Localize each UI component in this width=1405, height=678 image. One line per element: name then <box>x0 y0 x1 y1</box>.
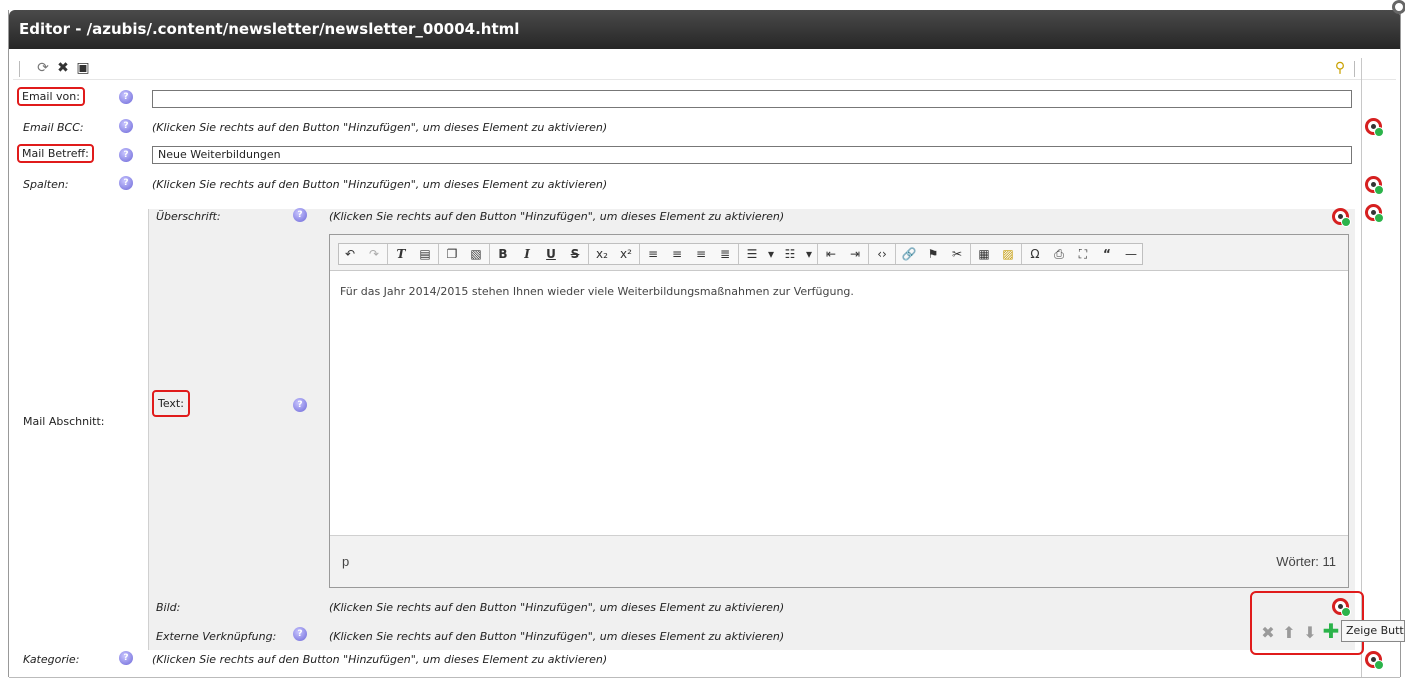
toolbar-separator <box>1354 61 1355 77</box>
editor-separator <box>738 244 739 264</box>
mail-abschnitt-label: Mail Abschnitt: <box>23 415 105 428</box>
bild-hint: (Klicken Sie rechts auf den Button "Hinz… <box>329 601 785 614</box>
image-icon[interactable]: ▨ <box>997 244 1019 264</box>
bullet-list-icon[interactable]: ☷ <box>779 244 801 264</box>
bild-add-button[interactable] <box>1332 598 1351 617</box>
remove-icon[interactable]: ✖ <box>1259 624 1277 642</box>
strikethrough-icon[interactable]: S <box>564 244 586 264</box>
kategorie-help-icon[interactable]: ? <box>119 651 133 665</box>
undo-icon[interactable]: ↶ <box>339 244 361 264</box>
mail-abschnitt-add-button[interactable] <box>1365 204 1384 223</box>
show-buttons-tooltip: Zeige Buttons <box>1341 620 1405 642</box>
align-center-icon[interactable]: ≡ <box>666 244 688 264</box>
underline-icon[interactable]: U <box>540 244 562 264</box>
email-bcc-hint: (Klicken Sie rechts auf den Button "Hinz… <box>152 121 608 134</box>
italic-icon[interactable]: I <box>516 244 538 264</box>
editor-content[interactable]: Für das Jahr 2014/2015 stehen Ihnen wied… <box>330 271 1348 535</box>
right-column-divider <box>1361 58 1362 678</box>
mail-betreff-input[interactable]: Neue Weiterbildungen <box>152 146 1352 164</box>
editor-separator <box>489 244 490 264</box>
externe-verknuepfung-hint: (Klicken Sie rechts auf den Button "Hinz… <box>329 630 785 643</box>
print-icon[interactable]: ⎙ <box>1048 244 1070 264</box>
kategorie-hint: (Klicken Sie rechts auf den Button "Hinz… <box>152 653 608 666</box>
link-icon[interactable]: 🔗 <box>898 244 920 264</box>
editor-separator <box>817 244 818 264</box>
spalten-add-button[interactable] <box>1365 176 1384 195</box>
main-toolbar: ⟳ ✖ ▣ ⚲ <box>13 58 1396 80</box>
word-count: Wörter: 11 <box>1276 554 1336 569</box>
email-von-help-icon[interactable]: ? <box>119 90 133 104</box>
text-help-icon[interactable]: ? <box>293 398 307 412</box>
window-corner-icon[interactable] <box>1392 0 1405 14</box>
special-char-icon[interactable]: Ω <box>1024 244 1046 264</box>
bullet-list-dropdown-icon[interactable]: ▾ <box>803 244 815 264</box>
ueberschrift-add-button[interactable] <box>1332 208 1351 227</box>
align-justify-icon[interactable]: ≣ <box>714 244 736 264</box>
bold-icon[interactable]: B <box>492 244 514 264</box>
search-icon[interactable]: ⚲ <box>1332 60 1348 76</box>
editor-separator <box>895 244 896 264</box>
fullscreen-icon[interactable]: ⛶ <box>1072 244 1094 264</box>
email-von-label: Email von: <box>17 87 85 106</box>
delete-icon[interactable]: ✖ <box>55 60 71 76</box>
ueberschrift-label: Überschrift: <box>156 210 221 223</box>
editor-window: Editor - /azubis/.content/newsletter/new… <box>8 0 1405 678</box>
spalten-label: Spalten: <box>23 178 69 191</box>
add-icon[interactable]: ✚ <box>1322 621 1340 641</box>
spalten-help-icon[interactable]: ? <box>119 176 133 190</box>
externe-verknuepfung-label: Externe Verknüpfung: <box>156 630 277 643</box>
copy-icon[interactable]: ❐ <box>441 244 463 264</box>
bild-label: Bild: <box>156 601 181 614</box>
kategorie-add-button[interactable] <box>1365 651 1384 670</box>
numbered-list-dropdown-icon[interactable]: ▾ <box>765 244 777 264</box>
text-label: Text: <box>152 390 190 417</box>
anchor-icon[interactable]: ⚑ <box>922 244 944 264</box>
email-bcc-add-button[interactable] <box>1365 118 1384 137</box>
mail-betreff-help-icon[interactable]: ? <box>119 148 133 162</box>
editor-separator <box>387 244 388 264</box>
move-down-icon[interactable]: ⬇ <box>1301 624 1319 642</box>
ueberschrift-help-icon[interactable]: ? <box>293 208 307 222</box>
paste-text-icon[interactable]: ▤ <box>414 244 436 264</box>
window-title: Editor - /azubis/.content/newsletter/new… <box>9 10 1400 49</box>
ueberschrift-hint: (Klicken Sie rechts auf den Button "Hinz… <box>329 210 785 223</box>
editor-tool-group: ↶ ↷ T ▤ ❐ ▧ B I U S x₂ x² ≡ ≡ ≡ ≣ ☰ ▾ ☷ … <box>338 243 1143 265</box>
reload-icon[interactable]: ⟳ <box>35 60 51 76</box>
kategorie-label: Kategorie: <box>23 653 80 666</box>
numbered-list-icon[interactable]: ☰ <box>741 244 763 264</box>
source-code-icon[interactable]: ‹› <box>871 244 893 264</box>
blockquote-icon[interactable]: “ <box>1096 244 1118 264</box>
editor-separator <box>588 244 589 264</box>
table-icon[interactable]: ▦ <box>973 244 995 264</box>
editor-toolbar: ↶ ↷ T ▤ ❐ ▧ B I U S x₂ x² ≡ ≡ ≡ ≣ ☰ ▾ ☷ … <box>330 235 1348 271</box>
indent-icon[interactable]: ⇥ <box>844 244 866 264</box>
align-right-icon[interactable]: ≡ <box>690 244 712 264</box>
unlink-icon[interactable]: ✂ <box>946 244 968 264</box>
editor-separator <box>970 244 971 264</box>
editor-statusbar: p Wörter: 11 <box>330 535 1348 587</box>
editor-separator <box>868 244 869 264</box>
superscript-icon[interactable]: x² <box>615 244 637 264</box>
subscript-icon[interactable]: x₂ <box>591 244 613 264</box>
editor-separator <box>639 244 640 264</box>
element-path[interactable]: p <box>342 554 349 569</box>
save-icon[interactable]: ▣ <box>75 60 91 76</box>
rich-text-editor: ↶ ↷ T ▤ ❐ ▧ B I U S x₂ x² ≡ ≡ ≡ ≣ ☰ ▾ ☷ … <box>329 234 1349 588</box>
mail-betreff-label: Mail Betreff: <box>17 144 94 163</box>
align-left-icon[interactable]: ≡ <box>642 244 664 264</box>
email-bcc-help-icon[interactable]: ? <box>119 119 133 133</box>
editor-separator <box>1021 244 1022 264</box>
spalten-hint: (Klicken Sie rechts auf den Button "Hinz… <box>152 178 608 191</box>
paste-icon[interactable]: ▧ <box>465 244 487 264</box>
horizontal-rule-icon[interactable]: — <box>1120 244 1142 264</box>
clear-formatting-icon[interactable]: T <box>390 244 412 264</box>
externe-verknuepfung-help-icon[interactable]: ? <box>293 627 307 641</box>
redo-icon[interactable]: ↷ <box>363 244 385 264</box>
email-von-input[interactable] <box>152 90 1352 108</box>
outdent-icon[interactable]: ⇤ <box>820 244 842 264</box>
email-bcc-label: Email BCC: <box>23 121 84 134</box>
editor-separator <box>438 244 439 264</box>
toolbar-separator <box>19 61 20 77</box>
move-up-icon[interactable]: ⬆ <box>1280 624 1298 642</box>
